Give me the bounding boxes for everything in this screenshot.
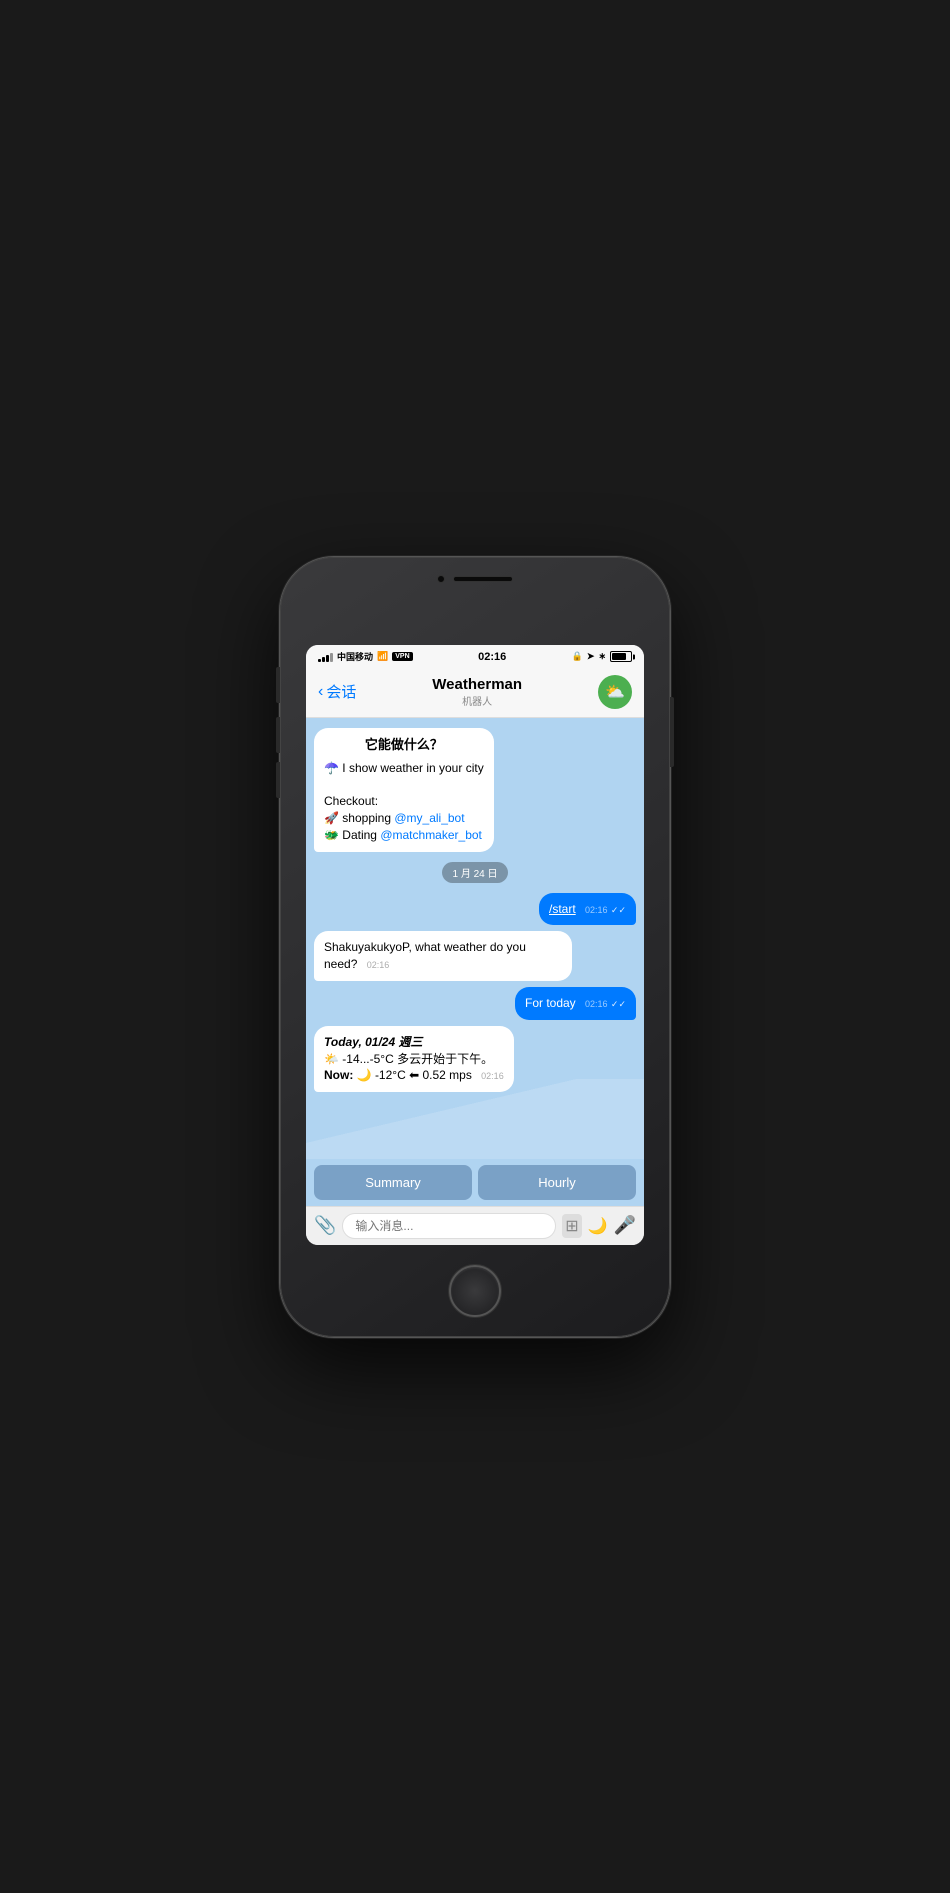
vpn-badge: VPN [392,652,412,661]
bot-intro-line1: ☂️ I show weather in your city [324,760,484,777]
bot-intro-row: 它能做什么？ ☂️ I show weather in your city Ch… [314,728,636,852]
msg-start-row: /start 02:16 ✓✓ [314,893,636,926]
bot-intro-title: 它能做什么？ [324,736,484,754]
msg-start-bubble: /start 02:16 ✓✓ [539,893,636,926]
nav-title-block: Weatherman 机器人 [432,676,522,708]
chat-area: 它能做什么？ ☂️ I show weather in your city Ch… [306,718,644,1159]
signal-bars [318,652,333,662]
msg-fortoday-ticks: ✓✓ [611,999,626,1009]
dating-link[interactable]: @matchmaker_bot [380,828,482,842]
mic-icon[interactable]: 🎤 [614,1215,636,1236]
status-bar: 中国移动 📶 VPN 02:16 🔒 ➤ ∗ [306,645,644,669]
msg-result-line2: 🌤️ -14...-5°C 多云开始于下午。 [324,1051,504,1068]
back-button[interactable]: ‹ 会话 [318,681,356,702]
msg-result-bubble: Today, 01/24 週三 🌤️ -14...-5°C 多云开始于下午。 N… [314,1026,514,1092]
dating-text: Dating [342,828,380,842]
phone-frame: 中国移动 📶 VPN 02:16 🔒 ➤ ∗ ‹ 会话 Weatherman [280,557,670,1337]
attach-icon[interactable]: 📎 [314,1215,336,1236]
back-label: 会话 [326,681,356,702]
shopping-link[interactable]: @my_ali_bot [394,811,464,825]
signal-bar-1 [318,659,321,662]
dating-line: 🐲 Dating @matchmaker_bot [324,827,484,844]
bluetooth-icon: ∗ [598,651,606,662]
emoji-keyboard-icon[interactable]: ⊞ [562,1214,581,1238]
date-badge: 1 月 24 日 [442,862,507,883]
battery-fill [612,653,626,660]
bot-avatar[interactable]: ⛅ [598,675,632,709]
lock-icon: 🔒 [572,651,583,662]
signal-bar-2 [322,657,325,662]
msg-weather-time: 02:16 [367,960,390,970]
bot-intro-bubble: 它能做什么？ ☂️ I show weather in your city Ch… [314,728,494,852]
status-time: 02:16 [478,651,506,663]
bot-intro-line1-text: I show weather in your city [342,761,483,775]
sticker-icon[interactable]: 🌙 [588,1216,608,1236]
msg-result-time: 02:16 [481,1071,504,1081]
msg-start-time: 02:16 [585,905,608,915]
msg-result-row: Today, 01/24 週三 🌤️ -14...-5°C 多云开始于下午。 N… [314,1026,636,1092]
speaker-grille [453,576,513,582]
msg-start-ticks: ✓✓ [611,905,626,915]
wifi-icon: 📶 [377,651,388,662]
msg-result-line3: Now: 🌙 -12°C ⬅ 0.52 mps 02:16 [324,1067,504,1084]
nav-subtitle: 机器人 [432,693,522,708]
quick-replies-bar: Summary Hourly [306,1159,644,1206]
msg-fortoday-time: 02:16 [585,999,608,1009]
battery-icon [610,651,632,662]
signal-bar-4 [330,653,333,662]
msg-weather-row: ShakuyakukyoP, what weather do you need?… [314,931,636,981]
msg-weather-text: ShakuyakukyoP, what weather do you need? [324,940,526,971]
shopping-text: shopping [342,811,394,825]
camera-area [437,575,513,583]
phone-screen: 中国移动 📶 VPN 02:16 🔒 ➤ ∗ ‹ 会话 Weatherman [306,645,644,1245]
msg-result-date: Today, 01/24 週三 [324,1035,422,1049]
carrier-label: 中国移动 [337,650,373,663]
msg-result-line1: Today, 01/24 週三 [324,1034,504,1051]
message-input[interactable] [342,1213,556,1239]
umbrella-emoji: ☂️ [324,761,339,775]
msg-fortoday-text: For today [525,996,576,1010]
status-left: 中国移动 📶 VPN [318,650,413,663]
home-button[interactable] [449,1265,501,1317]
signal-bar-3 [326,655,329,662]
location-icon: ➤ [587,651,595,662]
rocket-emoji: 🚀 [324,811,339,825]
msg-start-text: /start [549,902,576,916]
msg-fortoday-bubble: For today 02:16 ✓✓ [515,987,636,1020]
back-chevron-icon: ‹ [318,683,323,701]
checkout-label: Checkout: [324,793,484,810]
msg-weather-bubble: ShakuyakukyoP, what weather do you need?… [314,931,572,981]
shopping-line: 🚀 shopping @my_ali_bot [324,810,484,827]
status-right: 🔒 ➤ ∗ [572,651,632,662]
summary-button[interactable]: Summary [314,1165,472,1200]
msg-fortoday-row: For today 02:16 ✓✓ [314,987,636,1020]
nav-bar: ‹ 会话 Weatherman 机器人 ⛅ [306,669,644,718]
camera-dot [437,575,445,583]
bot-avatar-icon: ⛅ [605,682,625,702]
nav-title: Weatherman [432,676,522,693]
hourly-button[interactable]: Hourly [478,1165,636,1200]
dragon-emoji: 🐲 [324,828,339,842]
input-bar: 📎 ⊞ 🌙 🎤 [306,1206,644,1245]
